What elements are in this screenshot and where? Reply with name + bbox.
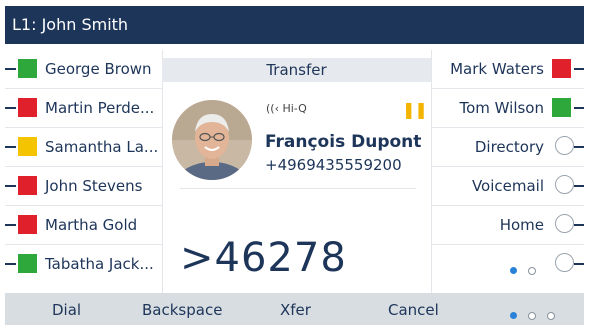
presence-indicator — [552, 59, 571, 78]
presence-indicator — [18, 59, 37, 78]
left-key-5[interactable]: Martha Gold — [5, 206, 162, 245]
key-tick — [574, 224, 584, 226]
right-key-label: Mark Waters — [450, 60, 544, 78]
right-key-directory[interactable]: Directory — [431, 128, 584, 167]
left-key-1[interactable]: George Brown — [5, 50, 162, 89]
key-tick — [574, 107, 584, 109]
dial-softkey[interactable]: Dial — [52, 301, 81, 319]
left-key-label: Tabatha Jack... — [45, 255, 154, 273]
left-key-label: Samantha La... — [45, 138, 159, 156]
right-key-label: Home — [499, 216, 544, 234]
right-key-voicemail[interactable]: Voicemail — [431, 167, 584, 206]
right-key-2[interactable]: Tom Wilson — [431, 89, 584, 128]
caller-avatar — [172, 100, 252, 180]
presence-indicator — [18, 215, 37, 234]
page-dot-active — [510, 312, 517, 319]
softkey-page-indicator[interactable] — [504, 305, 556, 324]
key-circle-icon — [555, 175, 574, 194]
left-key-label: Martin Perde... — [45, 99, 155, 117]
key-tick — [5, 185, 16, 187]
right-key-panel: Mark Waters Tom Wilson Directory Voicema… — [431, 50, 584, 283]
key-circle-icon — [555, 253, 574, 272]
right-key-label: Directory — [474, 138, 544, 156]
call-divider — [180, 188, 416, 189]
caller-number: +4969435559200 — [265, 156, 402, 174]
key-tick — [5, 68, 16, 70]
page-dot-active — [509, 267, 517, 274]
left-key-4[interactable]: John Stevens — [5, 167, 162, 206]
key-tick — [574, 185, 584, 187]
presence-indicator — [18, 137, 37, 156]
key-tick — [5, 263, 16, 265]
left-key-label: George Brown — [45, 60, 152, 78]
caller-name: François Dupont — [265, 132, 422, 152]
presence-indicator — [18, 254, 37, 273]
key-tick — [5, 224, 16, 226]
backspace-softkey[interactable]: Backspace — [142, 301, 222, 319]
key-tick — [5, 107, 16, 109]
line-title: L1: John Smith — [12, 15, 129, 34]
left-key-2[interactable]: Martin Perde... — [5, 89, 162, 128]
left-key-label: Martha Gold — [45, 216, 138, 234]
phone-screen: L1: John Smith George Brown Martin Perde… — [5, 6, 584, 325]
key-circle-icon — [555, 214, 574, 233]
call-state-label: Transfer — [266, 61, 327, 79]
cancel-softkey[interactable]: Cancel — [388, 301, 439, 319]
left-key-6[interactable]: Tabatha Jack... — [5, 245, 162, 283]
hiq-badge: ((‹ Hi-Q — [266, 102, 307, 115]
page-dot — [528, 266, 536, 275]
left-key-panel: George Brown Martin Perde... Samantha La… — [5, 50, 162, 283]
left-key-label: John Stevens — [45, 177, 143, 195]
key-tick — [574, 263, 584, 265]
presence-indicator — [18, 176, 37, 195]
xfer-softkey[interactable]: Xfer — [280, 301, 311, 319]
right-key-1[interactable]: Mark Waters — [431, 50, 584, 89]
dialed-number: >46278 — [180, 235, 347, 281]
call-panel: Transfer ((‹ Hi-Q ❚❚ François Dupont +49… — [162, 50, 431, 293]
hd-audio-icon: ((‹ — [266, 102, 279, 115]
pause-icon: ❚❚ — [402, 100, 428, 119]
key-tick — [5, 146, 16, 148]
right-key-label: Voicemail — [471, 177, 544, 195]
softkey-bar: Dial Backspace Xfer Cancel — [5, 293, 584, 325]
page-dot — [528, 311, 537, 320]
key-tick — [574, 146, 584, 148]
key-page-indicator — [504, 260, 536, 279]
presence-indicator — [18, 98, 37, 117]
right-key-page[interactable] — [431, 245, 584, 283]
title-bar: L1: John Smith — [5, 6, 584, 44]
presence-indicator — [552, 98, 571, 117]
call-header: Transfer — [162, 58, 431, 82]
right-key-home[interactable]: Home — [431, 206, 584, 245]
right-key-label: Tom Wilson — [459, 99, 544, 117]
left-key-3[interactable]: Samantha La... — [5, 128, 162, 167]
key-circle-icon — [555, 136, 574, 155]
hiq-label: Hi-Q — [282, 102, 307, 115]
key-tick — [574, 68, 584, 70]
page-dot — [547, 311, 556, 320]
